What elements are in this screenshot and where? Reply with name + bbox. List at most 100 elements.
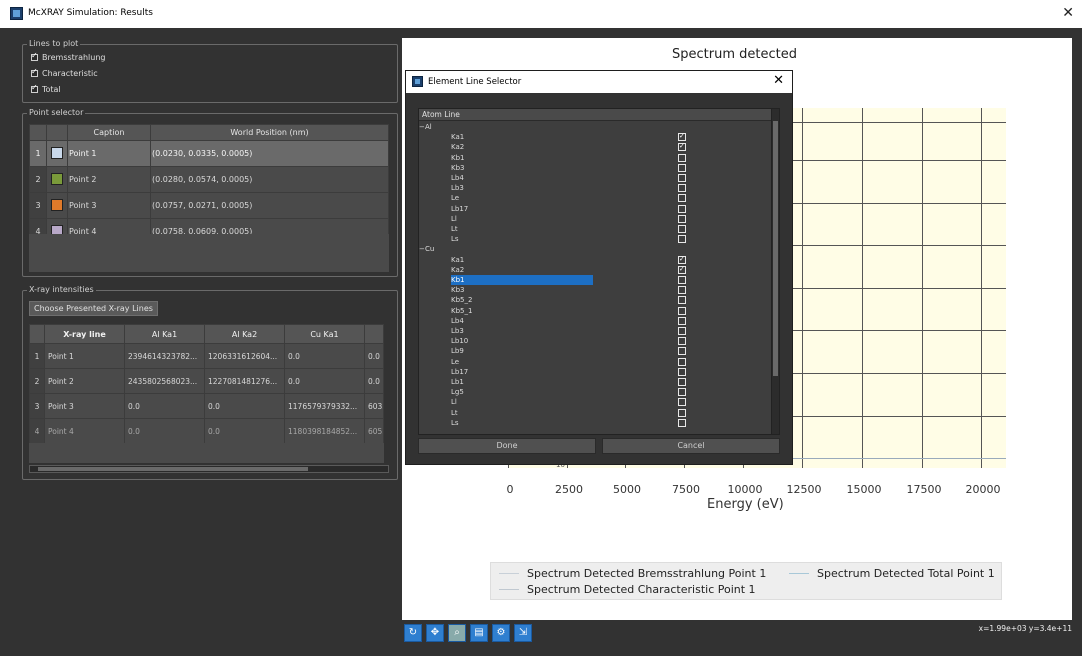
table-cell[interactable]: 1206331612604... — [204, 343, 285, 369]
tree-line-item[interactable]: Lt — [419, 224, 771, 234]
line-checkbox[interactable] — [678, 174, 686, 182]
tree-line-item[interactable]: Kb5_1 — [419, 306, 771, 316]
point-caption[interactable]: Point 3 — [67, 192, 151, 219]
tree-line-item[interactable]: Kb3 — [419, 285, 771, 295]
collapse-icon[interactable]: − — [419, 244, 425, 254]
table-cell[interactable]: 0.0 — [204, 393, 285, 419]
horizontal-scrollbar[interactable] — [29, 465, 389, 473]
tree-line-item[interactable]: Lb3 — [419, 183, 771, 193]
line-checkbox[interactable] — [678, 367, 686, 376]
characteristic-checkbox[interactable]: Characteristic — [31, 67, 98, 78]
done-button[interactable]: Done — [418, 438, 596, 454]
line-checkbox[interactable] — [678, 398, 686, 407]
line-checkbox[interactable] — [678, 418, 686, 427]
point-caption[interactable]: Point 1 — [67, 140, 151, 167]
point-position[interactable]: (0.0757, 0.0271, 0.0005) — [150, 192, 389, 219]
tree-line-item[interactable]: Lt — [419, 408, 771, 418]
tree-line-item[interactable]: Ka2 — [419, 264, 771, 275]
line-checkbox[interactable] — [678, 276, 686, 284]
tree-element-node[interactable]: − Cu — [419, 244, 771, 254]
tree-line-item[interactable]: Ka1 — [419, 131, 771, 142]
bremsstrahlung-checkbox[interactable]: Bremsstrahlung — [31, 51, 106, 62]
tree-line-item[interactable]: Kb5_2 — [419, 295, 771, 305]
tree-line-item[interactable]: Lb3 — [419, 326, 771, 336]
line-checkbox[interactable] — [678, 204, 686, 213]
tree-line-item[interactable]: Le — [419, 193, 771, 203]
table-row[interactable]: 1 Point 1 2394614323782... 1206331612604… — [29, 343, 384, 369]
cancel-button[interactable]: Cancel — [602, 438, 780, 454]
table-cell[interactable]: 1227081481276... — [204, 368, 285, 394]
tree-line-item[interactable]: Lb17 — [419, 204, 771, 214]
table-cell[interactable]: Point 4 — [44, 418, 125, 444]
tree-line-item[interactable]: Ls — [419, 418, 771, 428]
tree-line-item[interactable]: Ka2 — [419, 141, 771, 152]
table-cell[interactable]: 0.0 — [364, 343, 384, 369]
table-cell[interactable]: 0.0 — [204, 418, 285, 444]
line-checkbox[interactable] — [678, 388, 686, 397]
table-cell[interactable]: 0.0 — [284, 343, 365, 369]
table-cell[interactable]: 60339 — [364, 393, 384, 419]
line-checkbox[interactable] — [678, 408, 686, 417]
table-cell[interactable]: Point 2 — [44, 368, 125, 394]
tree-line-item[interactable]: Lb4 — [419, 316, 771, 326]
scrollbar-thumb[interactable] — [38, 467, 308, 471]
total-checkbox[interactable]: Total — [31, 83, 61, 94]
tree-line-item[interactable]: Lb4 — [419, 173, 771, 183]
table-cell[interactable]: 0.0 — [284, 368, 365, 394]
zoom-icon[interactable]: ⌕ — [448, 624, 466, 642]
collapse-icon[interactable]: − — [419, 122, 425, 132]
tree-line-item[interactable]: Ka1 — [419, 254, 771, 265]
vertical-scrollbar[interactable] — [771, 109, 779, 434]
close-icon[interactable]: ✕ — [1062, 5, 1074, 21]
line-checkbox[interactable] — [678, 141, 686, 152]
tree-line-item[interactable]: Kb3 — [419, 163, 771, 173]
color-swatch[interactable] — [46, 166, 68, 193]
line-checkbox[interactable] — [678, 264, 686, 274]
table-cell[interactable]: 2394614323782... — [124, 343, 205, 369]
point-position[interactable]: (0.0280, 0.0574, 0.0005) — [150, 166, 389, 193]
close-icon[interactable]: ✕ — [773, 73, 784, 88]
tree-line-item[interactable]: Lb1 — [419, 377, 771, 387]
tree-line-item[interactable]: Kb1 — [419, 275, 771, 285]
point-position[interactable]: (0.0230, 0.0335, 0.0005) — [150, 140, 389, 167]
table-cell[interactable]: 1176579379332... — [284, 393, 365, 419]
tree-line-item[interactable]: Le — [419, 357, 771, 367]
line-checkbox[interactable] — [678, 296, 686, 305]
table-cell[interactable]: 0.0 — [124, 418, 205, 444]
tree-line-item[interactable]: Ls — [419, 234, 771, 244]
line-checkbox[interactable] — [678, 131, 686, 142]
table-row[interactable]: 1 Point 1 (0.0230, 0.0335, 0.0005) — [29, 140, 389, 167]
reset-view-icon[interactable]: ↻ — [404, 624, 422, 642]
tree-line-item[interactable]: Lb10 — [419, 336, 771, 346]
tree-line-item[interactable]: Ll — [419, 397, 771, 407]
line-checkbox[interactable] — [678, 163, 686, 172]
tree-line-item[interactable]: Kb1 — [419, 153, 771, 163]
save-icon[interactable]: ▤ — [470, 624, 488, 642]
line-checkbox[interactable] — [678, 337, 686, 346]
line-checkbox[interactable] — [678, 316, 686, 325]
table-row[interactable]: 4 Point 4 0.0 0.0 1180398184852... 60535 — [29, 418, 384, 444]
tree-line-item[interactable]: Lb17 — [419, 367, 771, 377]
table-cell[interactable]: Point 3 — [44, 393, 125, 419]
line-checkbox[interactable] — [678, 306, 686, 315]
color-swatch[interactable] — [46, 192, 68, 219]
point-caption[interactable]: Point 2 — [67, 166, 151, 193]
table-row[interactable]: 2 Point 2 2435802568023... 1227081481276… — [29, 368, 384, 394]
table-cell[interactable]: 2435802568023... — [124, 368, 205, 394]
line-checkbox[interactable] — [678, 153, 686, 162]
settings-icon[interactable]: ⚙ — [492, 624, 510, 642]
scrollbar-thumb[interactable] — [773, 121, 778, 376]
table-row[interactable]: 3 Point 3 (0.0757, 0.0271, 0.0005) — [29, 192, 389, 219]
line-checkbox[interactable] — [678, 214, 686, 223]
table-row[interactable]: 3 Point 3 0.0 0.0 1176579379332... 60339 — [29, 393, 384, 419]
line-checkbox[interactable] — [678, 357, 686, 366]
color-swatch[interactable] — [46, 140, 68, 167]
line-checkbox[interactable] — [678, 327, 686, 335]
choose-xray-lines-button[interactable]: Choose Presented X-ray Lines — [29, 301, 158, 316]
line-checkbox[interactable] — [678, 347, 686, 356]
tree-line-item[interactable]: Ll — [419, 214, 771, 224]
line-checkbox[interactable] — [678, 286, 686, 295]
line-checkbox[interactable] — [678, 254, 686, 264]
table-cell[interactable]: Point 1 — [44, 343, 125, 369]
atom-line-tree[interactable]: Atom Line −AlKa1Ka2Kb1Kb3Lb4Lb3LeLb17LlL… — [418, 108, 780, 435]
